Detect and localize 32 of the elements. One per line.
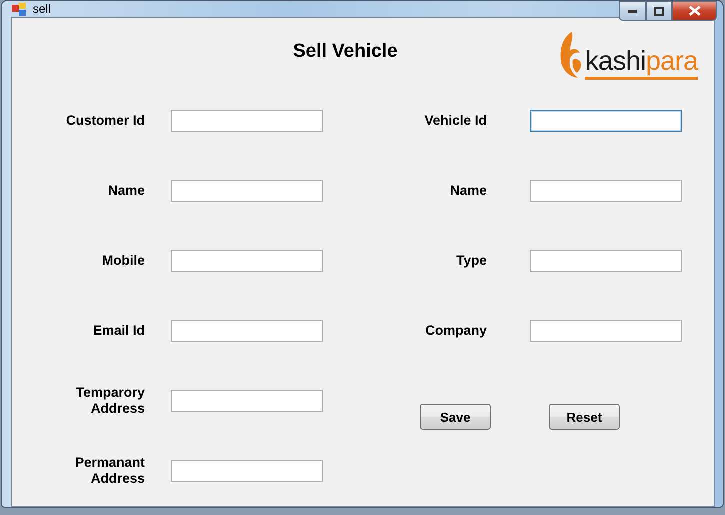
maximize-icon [654,6,664,16]
maximize-button[interactable] [646,1,672,21]
text-field[interactable] [171,250,323,272]
form-button[interactable]: Save [420,404,491,430]
field-label: Name [107,183,145,199]
minimize-icon [628,9,638,13]
text-field[interactable] [530,180,682,202]
app-icon [11,1,27,17]
close-button[interactable] [672,1,717,21]
field-label: Permanant Address [74,455,145,487]
text-field[interactable] [530,110,682,132]
logo-wordmark: kashipara [585,46,698,80]
text-field[interactable] [171,320,323,342]
text-field[interactable] [171,390,323,412]
field-label: Type [455,253,487,269]
form-heading: Sell Vehicle [293,41,398,63]
minimize-button[interactable] [619,1,646,21]
field-label: Company [424,323,487,339]
close-icon [688,6,700,16]
form-button[interactable]: Reset [549,404,620,430]
field-label: Email Id [92,323,145,339]
text-field[interactable] [171,110,323,132]
window-title: sell [33,2,52,16]
text-field[interactable] [171,460,323,482]
field-label: Name [449,183,487,199]
text-field[interactable] [530,250,682,272]
field-label: Customer Id [65,113,145,129]
text-field[interactable] [171,180,323,202]
text-field[interactable] [530,320,682,342]
field-label: Vehicle Id [424,113,487,129]
field-label: Mobile [101,253,145,269]
field-label: Temparory Address [75,385,145,417]
